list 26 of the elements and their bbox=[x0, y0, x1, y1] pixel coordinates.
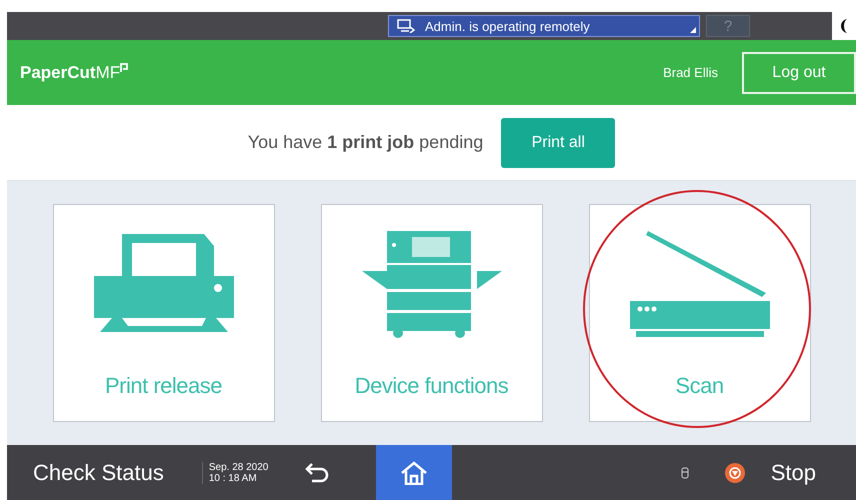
remote-operation-notice[interactable]: Admin. is operating remotely bbox=[388, 15, 700, 37]
home-button[interactable] bbox=[376, 445, 452, 500]
home-icon bbox=[401, 460, 428, 484]
copier-icon bbox=[362, 229, 502, 339]
remote-operation-text: Admin. is operating remotely bbox=[425, 18, 590, 34]
moon-icon bbox=[838, 18, 850, 34]
memory-icon bbox=[680, 466, 689, 478]
scanner-icon bbox=[630, 229, 770, 339]
check-status-button[interactable]: Check Status bbox=[33, 460, 164, 486]
moon-button[interactable] bbox=[832, 12, 856, 40]
pending-message: You have 1 print job pending bbox=[248, 132, 484, 153]
print-all-button[interactable]: Print all bbox=[501, 118, 616, 168]
papercut-logo: PaperCutMF bbox=[20, 62, 128, 82]
user-name: Brad Ellis bbox=[663, 65, 718, 80]
stop-button[interactable]: Stop bbox=[770, 460, 816, 486]
remote-screen-icon bbox=[397, 19, 415, 33]
function-tile[interactable]: Scan bbox=[588, 204, 810, 422]
help-button[interactable]: ? bbox=[706, 15, 750, 37]
time-text: 10 : 18 AM bbox=[208, 472, 258, 484]
corner-icon bbox=[690, 27, 696, 33]
stop-icon[interactable] bbox=[724, 462, 745, 482]
logout-button[interactable]: Log out bbox=[742, 52, 856, 94]
function-tile[interactable]: Device functions bbox=[320, 204, 542, 422]
back-icon[interactable] bbox=[304, 462, 330, 482]
function-tile[interactable]: Print release bbox=[52, 204, 274, 422]
date-text: Sep. 28 2020 bbox=[208, 462, 268, 472]
